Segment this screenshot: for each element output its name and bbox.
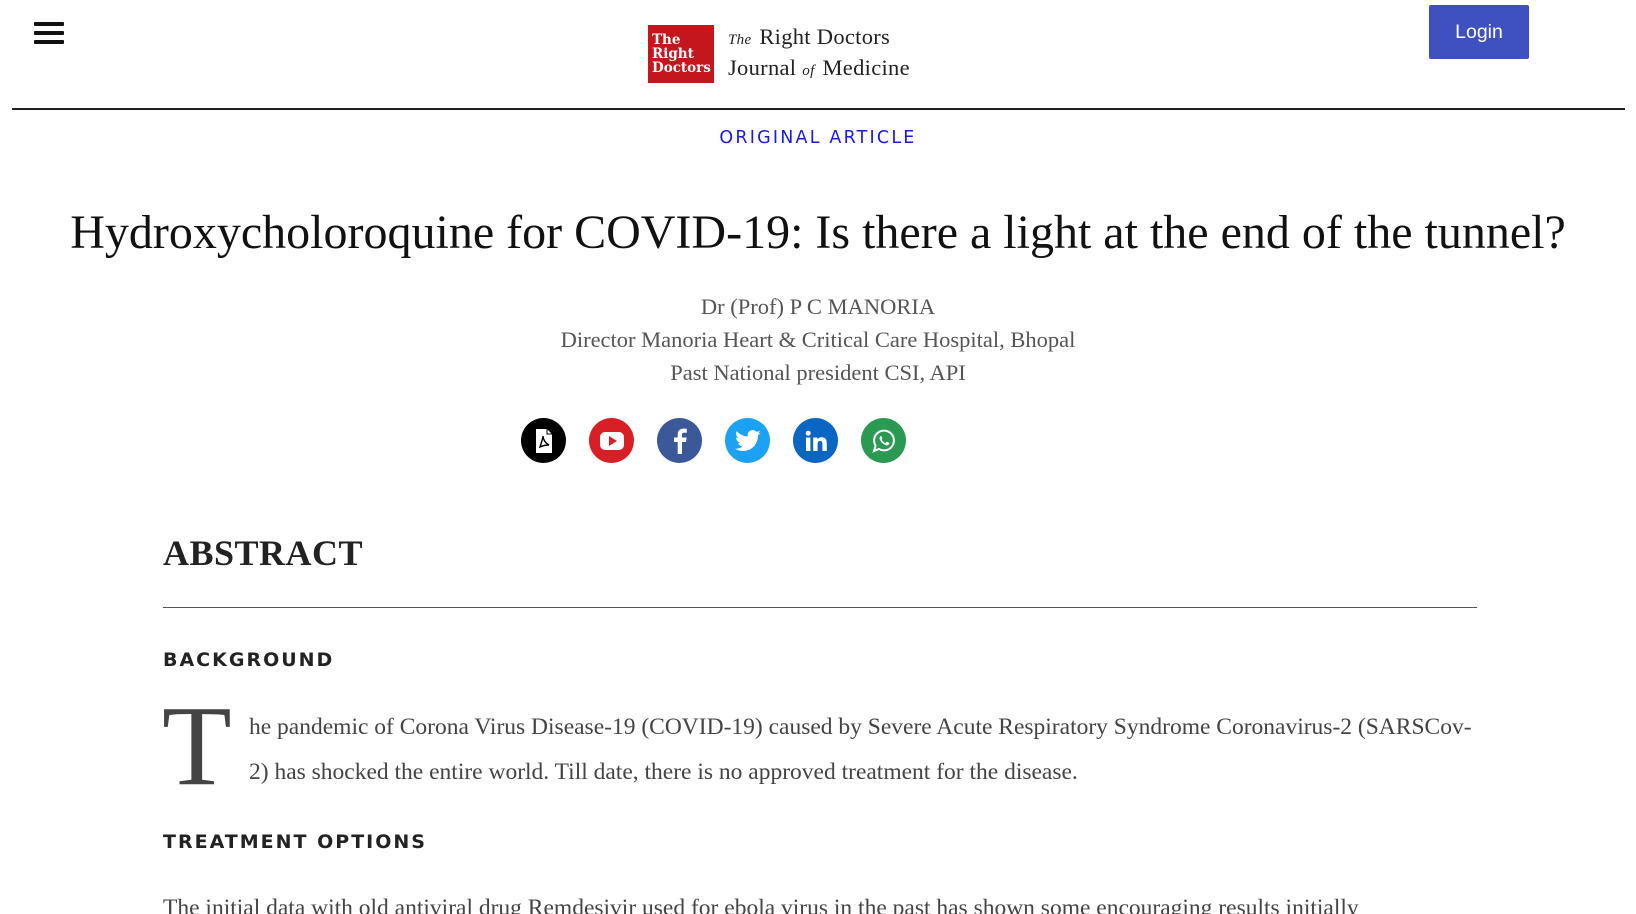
login-button[interactable]: Login xyxy=(1429,5,1529,59)
hamburger-menu-icon[interactable] xyxy=(34,22,64,44)
abstract-divider xyxy=(163,607,1477,608)
whatsapp-icon[interactable] xyxy=(861,418,906,463)
facebook-icon[interactable] xyxy=(657,418,702,463)
article-page: The Right Doctors The Right Doctors Jour… xyxy=(0,0,1636,914)
treatment-options-heading: TREATMENT OPTIONS xyxy=(163,831,427,853)
logo-wordmark: The Right Doctors Journal of Medicine xyxy=(728,24,910,80)
linkedin-icon[interactable] xyxy=(793,418,838,463)
abstract-heading: ABSTRACT xyxy=(163,533,364,573)
author-affiliation: Director Manoria Heart & Critical Care H… xyxy=(560,327,1076,352)
pdf-icon[interactable] xyxy=(521,418,566,463)
article-category-link[interactable]: ORIGINAL ARTICLE xyxy=(0,128,1636,148)
article-title: Hydroxycholoroquine for COVID-19: Is the… xyxy=(70,206,1566,259)
background-paragraph: he pandemic of Corona Virus Disease-19 (… xyxy=(249,714,1472,785)
author-block: Dr (Prof) P C MANORIA Director Manoria H… xyxy=(0,290,1636,389)
author-role: Past National president CSI, API xyxy=(670,360,966,385)
logo-red-box: The Right Doctors xyxy=(648,25,714,83)
drop-cap: T xyxy=(162,682,232,809)
twitter-icon[interactable] xyxy=(725,418,770,463)
share-bar xyxy=(521,418,906,463)
journal-logo[interactable]: The Right Doctors The Right Doctors Jour… xyxy=(648,24,910,84)
background-heading: BACKGROUND xyxy=(163,649,335,671)
youtube-icon[interactable] xyxy=(589,418,634,463)
author-name: Dr (Prof) P C MANORIA xyxy=(700,294,936,319)
header-divider xyxy=(12,108,1625,110)
treatment-paragraph: The initial data with old antiviral drug… xyxy=(163,895,1359,914)
